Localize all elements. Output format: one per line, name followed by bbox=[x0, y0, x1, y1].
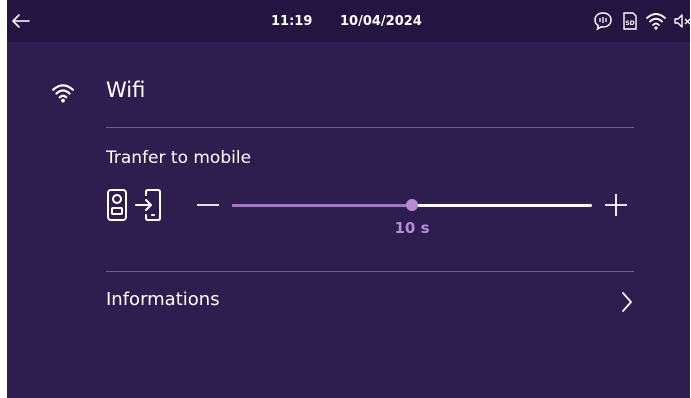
wifi-header: Wifi bbox=[7, 70, 690, 118]
transfer-to-phone-icon bbox=[135, 189, 161, 221]
page-title: Wifi bbox=[106, 78, 146, 102]
intercom-icon bbox=[594, 12, 612, 31]
divider bbox=[106, 127, 634, 128]
svg-text:SD: SD bbox=[625, 20, 634, 27]
speaker-muted-icon bbox=[674, 14, 690, 28]
sd-card-icon: SD bbox=[623, 12, 637, 30]
back-arrow-icon bbox=[12, 14, 30, 28]
transfer-label: Tranfer to mobile bbox=[106, 148, 252, 168]
slider-thumb[interactable] bbox=[406, 199, 418, 211]
plus-icon bbox=[605, 194, 627, 216]
doorbell-device-icon bbox=[107, 189, 127, 221]
increase-button[interactable] bbox=[603, 193, 629, 217]
back-button[interactable] bbox=[7, 6, 37, 36]
chevron-right-icon bbox=[622, 292, 632, 312]
transfer-duration-slider[interactable] bbox=[232, 197, 592, 215]
minus-icon bbox=[197, 204, 219, 206]
status-time: 11:19 bbox=[271, 14, 313, 29]
wifi-icon bbox=[52, 84, 74, 103]
divider bbox=[106, 271, 634, 272]
informations-row[interactable]: Informations bbox=[7, 284, 690, 318]
informations-label: Informations bbox=[106, 289, 220, 310]
settings-screen: 11:19 10/04/2024 SD Wifi Tranfer to mobi… bbox=[7, 0, 690, 398]
slider-fill bbox=[232, 204, 412, 207]
wifi-icon bbox=[646, 13, 666, 30]
status-bar: 11:19 10/04/2024 SD bbox=[7, 0, 690, 42]
status-date: 10/04/2024 bbox=[340, 14, 422, 29]
slider-value-label: 10 s bbox=[394, 219, 430, 237]
decrease-button[interactable] bbox=[195, 193, 221, 217]
